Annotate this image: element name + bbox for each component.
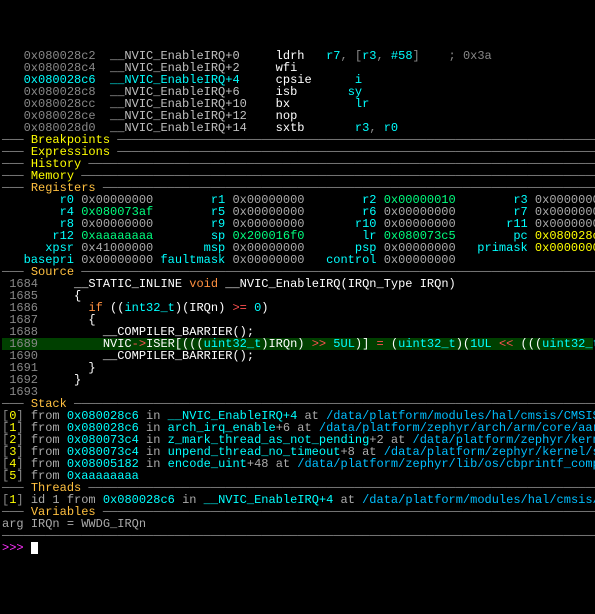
prompt: >>>	[2, 541, 31, 555]
divider: ────────────────────────────────────────…	[2, 530, 593, 542]
reg-primask-val: 0x00000001	[535, 241, 595, 255]
source-line: 1684 __STATIC_INLINE void __NVIC_EnableI…	[2, 278, 593, 290]
stack-frame-path[interactable]: /data/platform/zephyr/lib/os/cbprintf_co…	[297, 457, 595, 471]
source-line: 1692 }	[2, 374, 593, 386]
source-line: 1691 }	[2, 362, 593, 374]
cursor[interactable]	[31, 542, 38, 554]
stack-frame-fn: encode_uint	[168, 457, 247, 471]
reg-primask: primask	[456, 241, 528, 255]
prompt-line[interactable]: >>>	[2, 542, 593, 554]
